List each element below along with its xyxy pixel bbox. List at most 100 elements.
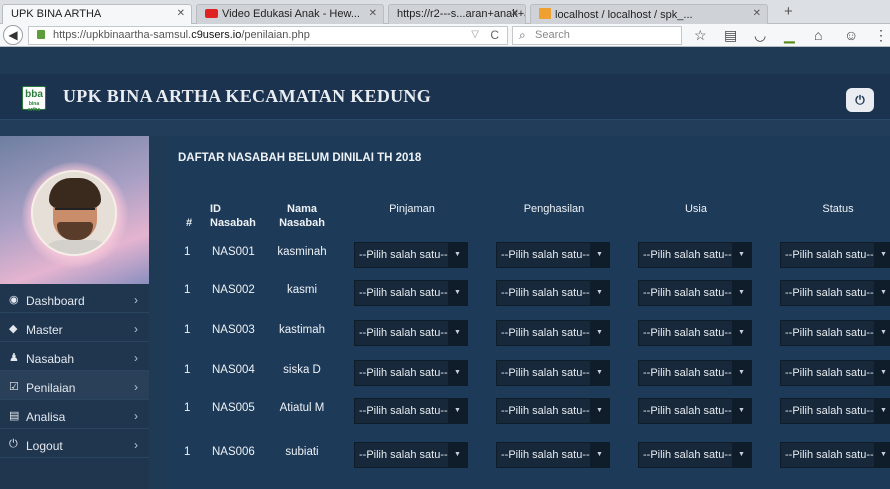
caret-down-icon: ▼ — [874, 399, 890, 423]
menu-icon[interactable]: ⋮ — [874, 27, 888, 44]
close-tab-icon[interactable]: ✕ — [369, 8, 377, 19]
pinjaman-select[interactable]: --Pilih salah satu-- ▼ — [354, 280, 468, 306]
home-icon[interactable]: ⌂ — [814, 27, 822, 43]
penghasilan-select[interactable]: --Pilih salah satu-- ▼ — [496, 398, 610, 424]
tab-title: localhost / localhost / spk_... — [555, 9, 693, 21]
browser-tab-bar: UPK BINA ARTHA ✕ Video Edukasi Anak - He… — [0, 0, 890, 25]
sidebar-item-label: Logout — [26, 439, 63, 453]
caret-down-icon: ▼ — [448, 361, 467, 385]
sidebar-item-label: Dashboard — [26, 294, 85, 308]
logo-subtext: bina artha — [27, 101, 41, 113]
power-button[interactable]: ⏻ — [846, 88, 874, 112]
column-header-name: Nama Nasabah — [272, 202, 332, 230]
row-number: 1 — [184, 246, 191, 258]
sidebar-item-dashboard[interactable]: ◉ Dashboard › — [0, 284, 149, 313]
profile-panel — [0, 136, 149, 284]
penghasilan-select[interactable]: --Pilih salah satu-- ▼ — [496, 360, 610, 386]
penghasilan-select[interactable]: --Pilih salah satu-- ▼ — [496, 280, 610, 306]
caret-down-icon: ▼ — [590, 361, 609, 385]
back-arrow-icon[interactable]: ◀ — [3, 25, 23, 45]
sidebar-item-label: Analisa — [26, 410, 66, 424]
penghasilan-select[interactable]: --Pilih salah satu-- ▼ — [496, 320, 610, 346]
select-value: --Pilih salah satu-- — [785, 367, 874, 379]
usia-select[interactable]: --Pilih salah satu-- ▼ — [638, 242, 752, 268]
select-value: --Pilih salah satu-- — [643, 327, 732, 339]
status-select[interactable]: --Pilih salah satu-- ▼ — [780, 280, 890, 306]
chat-icon[interactable]: ☺ — [844, 27, 858, 43]
dashboard-icon: ◉ — [9, 294, 19, 306]
user-icon: ♟ — [9, 352, 19, 364]
sidebar-item-penilaian[interactable]: ☑ Penilaian › — [0, 371, 149, 400]
status-select[interactable]: --Pilih salah satu-- ▼ — [780, 442, 890, 468]
browser-tab-video[interactable]: Video Edukasi Anak - Hew... ✕ — [196, 4, 384, 24]
browser-tab-upk[interactable]: UPK BINA ARTHA ✕ — [2, 4, 192, 25]
select-value: --Pilih salah satu-- — [359, 449, 448, 461]
usia-select[interactable]: --Pilih salah satu-- ▼ — [638, 360, 752, 386]
caret-down-icon: ▼ — [874, 443, 890, 467]
app-title: UPK BINA ARTHA KECAMATAN KEDUNG — [63, 86, 432, 106]
status-select[interactable]: --Pilih salah satu-- ▼ — [780, 242, 890, 268]
sidebar-item-logout[interactable]: ⏻ Logout › — [0, 429, 149, 458]
chevron-right-icon: › — [134, 438, 138, 452]
sidebar-item-nasabah[interactable]: ♟ Nasabah › — [0, 342, 149, 371]
column-header-pinjaman: Pinjaman — [389, 203, 435, 215]
caret-down-icon: ▼ — [874, 281, 890, 305]
row-number: 1 — [184, 446, 191, 458]
select-value: --Pilih salah satu-- — [359, 405, 448, 417]
url-domain: c9users.io — [191, 29, 242, 41]
select-value: --Pilih salah satu-- — [785, 287, 874, 299]
url-bar[interactable]: https://upkbinaartha-samsul.c9users.io/p… — [28, 26, 508, 45]
penghasilan-select[interactable]: --Pilih salah satu-- ▼ — [496, 442, 610, 468]
row-id: NAS002 — [212, 284, 255, 296]
usia-select[interactable]: --Pilih salah satu-- ▼ — [638, 398, 752, 424]
list-icon: ▤ — [9, 410, 20, 422]
usia-select[interactable]: --Pilih salah satu-- ▼ — [638, 320, 752, 346]
download-icon[interactable]: ▁ — [784, 27, 795, 44]
toolbar-icons: ☆ ▤ ◡ ▁ ⌂ ☺ ⋮ — [694, 27, 888, 45]
caret-down-icon: ▼ — [448, 281, 467, 305]
column-header-num: # — [185, 217, 193, 229]
chevron-right-icon: › — [134, 409, 138, 423]
row-name: kastimah — [278, 324, 326, 336]
penghasilan-select[interactable]: --Pilih salah satu-- ▼ — [496, 242, 610, 268]
row-number: 1 — [184, 364, 191, 376]
usia-select[interactable]: --Pilih salah satu-- ▼ — [638, 442, 752, 468]
close-tab-icon[interactable]: ✕ — [753, 8, 761, 19]
status-select[interactable]: --Pilih salah satu-- ▼ — [780, 320, 890, 346]
tag-icon: ◆ — [9, 323, 18, 335]
select-value: --Pilih salah satu-- — [359, 327, 448, 339]
caret-down-icon: ▼ — [590, 399, 609, 423]
browser-tab-localhost[interactable]: localhost / localhost / spk_... ✕ — [530, 4, 768, 24]
reading-list-icon[interactable]: ▤ — [724, 27, 737, 44]
pinjaman-select[interactable]: --Pilih salah satu-- ▼ — [354, 242, 468, 268]
app-header: bba bina artha UPK BINA ARTHA KECAMATAN … — [0, 74, 890, 120]
browser-nav-bar: ◀ https://upkbinaartha-samsul.c9users.io… — [0, 24, 890, 47]
select-value: --Pilih salah satu-- — [359, 287, 448, 299]
usia-select[interactable]: --Pilih salah satu-- ▼ — [638, 280, 752, 306]
sidebar-item-analisa[interactable]: ▤ Analisa › — [0, 400, 149, 429]
sidebar: ◉ Dashboard › ◆ Master › ♟ Nasabah › ☑ P… — [0, 136, 149, 489]
pinjaman-select[interactable]: --Pilih salah satu-- ▼ — [354, 442, 468, 468]
close-tab-icon[interactable]: ✕ — [511, 8, 519, 19]
pinjaman-select[interactable]: --Pilih salah satu-- ▼ — [354, 320, 468, 346]
pinjaman-select[interactable]: --Pilih salah satu-- ▼ — [354, 398, 468, 424]
column-header-usia: Usia — [684, 203, 707, 215]
bookmark-star-icon[interactable]: ☆ — [694, 27, 707, 44]
avatar — [31, 170, 117, 256]
new-tab-icon[interactable]: + — [784, 3, 793, 20]
row-name: subiati — [285, 446, 319, 458]
select-value: --Pilih salah satu-- — [501, 405, 590, 417]
close-tab-icon[interactable]: ✕ — [177, 8, 185, 19]
search-input[interactable]: ⌕ Search — [512, 26, 682, 45]
browser-tab-r2[interactable]: https://r2---s...aran+anak+anak ✕ — [388, 4, 526, 24]
status-select[interactable]: --Pilih salah satu-- ▼ — [780, 398, 890, 424]
sidebar-item-label: Nasabah — [26, 352, 75, 366]
reload-icon[interactable]: C — [490, 28, 499, 42]
status-select[interactable]: --Pilih salah satu-- ▼ — [780, 360, 890, 386]
pinjaman-select[interactable]: --Pilih salah satu-- ▼ — [354, 360, 468, 386]
dropdown-arrow-icon[interactable]: ▽ — [471, 29, 479, 40]
row-name: Atiatul M — [279, 402, 325, 414]
sidebar-item-master[interactable]: ◆ Master › — [0, 313, 149, 342]
row-name: kasminah — [277, 246, 327, 258]
pocket-icon[interactable]: ◡ — [754, 27, 766, 44]
